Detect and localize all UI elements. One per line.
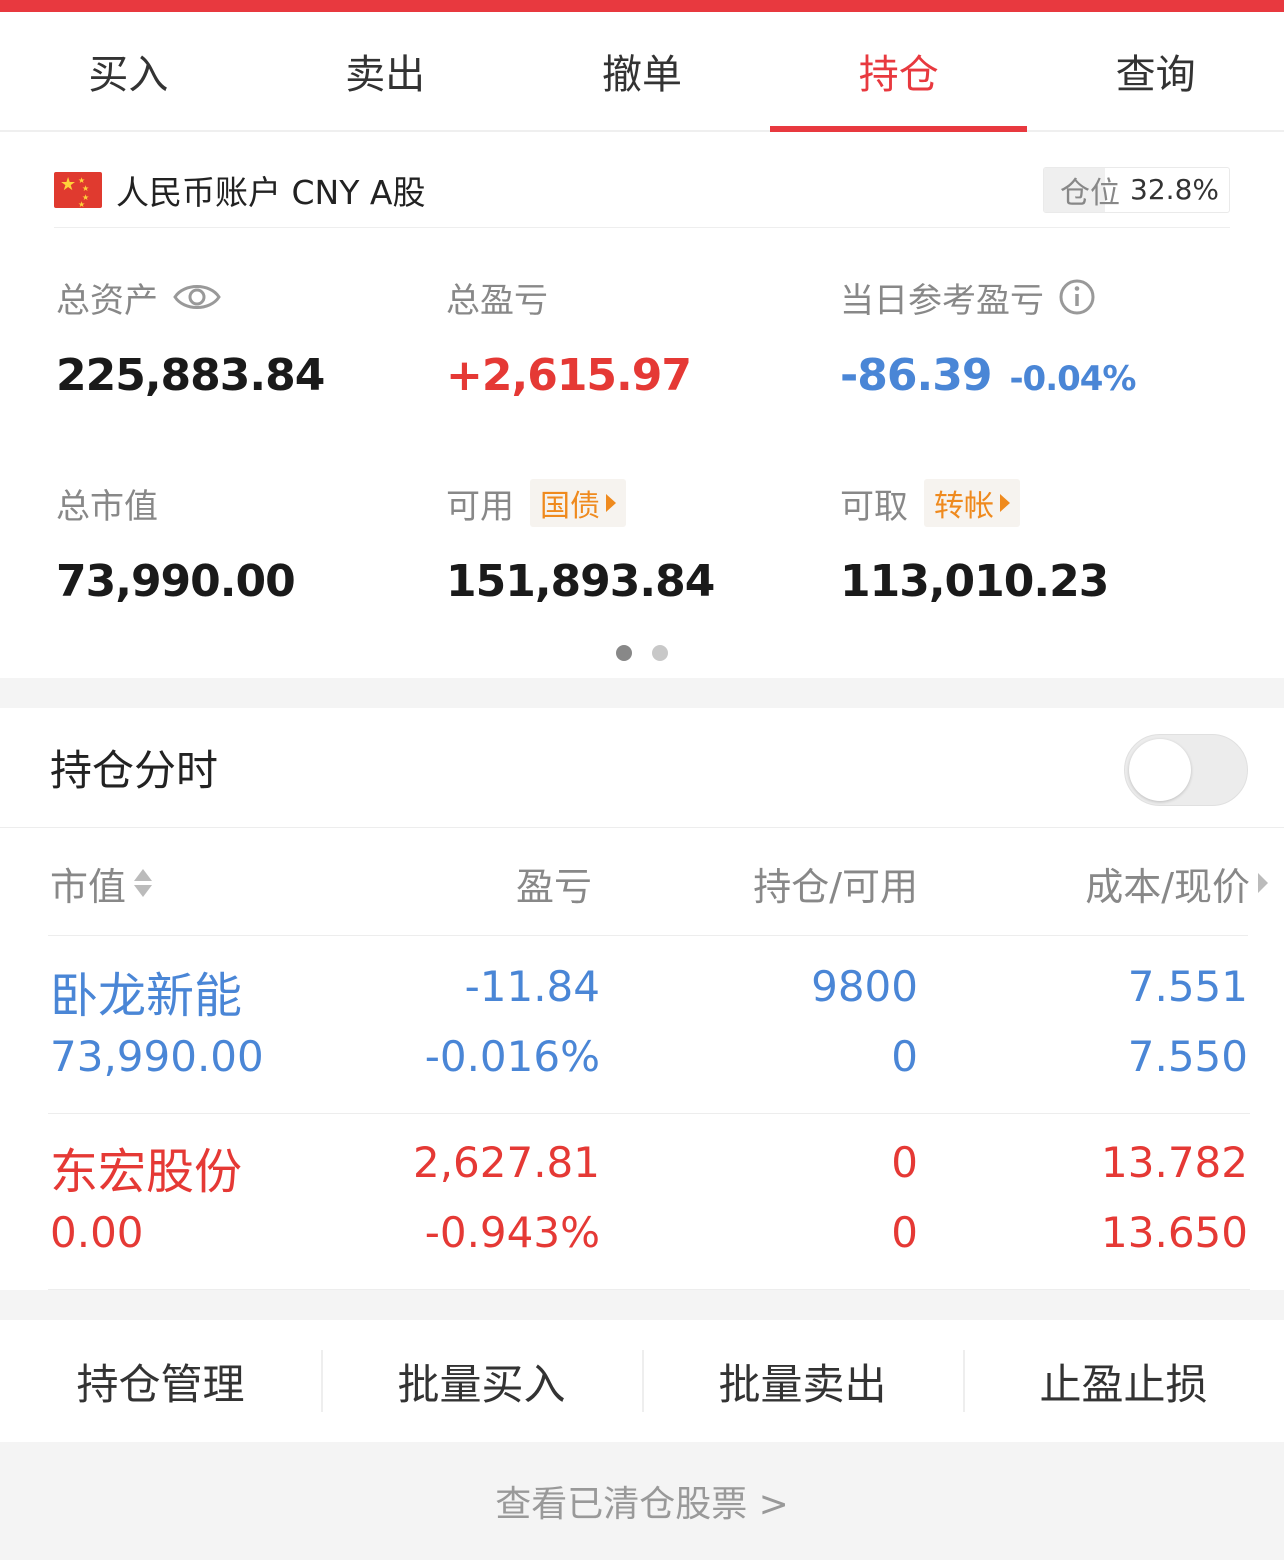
stock-pl-percent: -0.943%	[424, 1208, 600, 1257]
total-pl-value: +2,615.97	[446, 350, 692, 401]
stock-cost: 7.551	[1127, 962, 1248, 1011]
footer: 查看已清仓股票 >	[0, 1442, 1284, 1560]
account-header: ★ ★ ★ ★ ★ 人民币账户 CNY A股 仓位 32.8%	[54, 152, 1230, 228]
triangle-right-icon	[1000, 494, 1010, 512]
holdings-timeshare: 持仓分时	[0, 708, 1284, 828]
tab-buy[interactable]: 买入	[0, 12, 257, 130]
manage-holdings-button[interactable]: 持仓管理	[0, 1320, 321, 1442]
transfer-label: 转帐	[934, 489, 994, 524]
carousel-dots	[616, 645, 668, 661]
transfer-button[interactable]: 转帐	[924, 479, 1020, 527]
carousel-dot-2[interactable]	[652, 645, 668, 661]
view-cleared-stocks-link[interactable]: 查看已清仓股票 >	[495, 1475, 789, 1527]
daily-pl-label: 当日参考盈亏	[840, 280, 1044, 321]
market-value-value: 73,990.00	[56, 556, 296, 607]
stock-available: 0	[891, 1032, 918, 1081]
top-status-bar	[0, 0, 1284, 12]
tab-cancel[interactable]: 撤单	[514, 12, 771, 130]
stock-pl-percent: -0.016%	[424, 1032, 600, 1081]
info-icon[interactable]	[1058, 278, 1096, 316]
daily-pl-percent: -0.04%	[1009, 359, 1136, 399]
header-pl: 盈亏	[515, 864, 592, 909]
timeshare-toggle[interactable]	[1124, 734, 1248, 806]
total-pl: 总盈亏 +2,615.97	[446, 270, 692, 402]
carousel-dot-1[interactable]	[616, 645, 632, 661]
total-pl-label: 总盈亏	[446, 280, 548, 321]
holdings-table-header: 市值 盈亏 持仓/可用 成本/现价	[48, 830, 1268, 936]
trade-tabs: 买入 卖出 撤单 持仓 查询	[0, 12, 1284, 132]
stock-market-value: 73,990.00	[50, 1032, 264, 1081]
available-value: 151,893.84	[446, 556, 715, 607]
header-price[interactable]: 成本/现价	[1085, 830, 1268, 936]
chevron-right-icon	[1258, 873, 1268, 893]
total-assets-value: 225,883.84	[56, 350, 325, 401]
batch-buy-button[interactable]: 批量买入	[321, 1320, 642, 1442]
stop-profit-loss-button[interactable]: 止盈止损	[963, 1320, 1284, 1442]
available-funds: 可用 国债 151,893.84	[446, 476, 715, 607]
stock-available: 0	[891, 1208, 918, 1257]
stock-price: 7.550	[1127, 1032, 1248, 1081]
china-flag-icon: ★ ★ ★ ★ ★	[54, 171, 102, 209]
withdrawable-label: 可取	[840, 486, 908, 527]
market-value: 总市值 73,990.00	[56, 476, 296, 608]
batch-sell-button[interactable]: 批量卖出	[642, 1320, 963, 1442]
section-divider	[0, 678, 1284, 708]
stock-name: 东宏股份	[50, 1144, 243, 1200]
total-assets-label: 总资产	[56, 280, 158, 321]
sort-icon	[134, 869, 153, 897]
stock-holding: 0	[891, 1138, 918, 1187]
stock-pl: -11.84	[464, 962, 600, 1011]
holdings-actions: 持仓管理 批量买入 批量卖出 止盈止损	[0, 1320, 1284, 1442]
header-holding: 持仓/可用	[753, 864, 918, 909]
position-ratio-value: 32.8%	[1130, 173, 1219, 206]
stock-price: 13.650	[1101, 1208, 1248, 1257]
position-ratio-badge[interactable]: 仓位 32.8%	[1043, 166, 1230, 213]
total-assets: 总资产 225,883.84	[56, 270, 325, 402]
treasury-bond-button[interactable]: 国债	[530, 479, 626, 527]
market-value-label: 总市值	[56, 486, 158, 527]
timeshare-title: 持仓分时	[50, 746, 219, 795]
stock-market-value: 0.00	[50, 1208, 144, 1257]
tab-query[interactable]: 查询	[1027, 12, 1284, 130]
withdrawable-value: 113,010.23	[840, 556, 1109, 607]
stock-holding: 9800	[811, 962, 918, 1011]
triangle-right-icon	[606, 494, 616, 512]
position-ratio-label: 仓位	[1060, 175, 1121, 211]
treasury-bond-label: 国债	[540, 489, 600, 524]
toggle-knob	[1129, 739, 1191, 801]
header-market-value[interactable]: 市值	[50, 830, 153, 936]
tab-sell[interactable]: 卖出	[257, 12, 514, 130]
withdrawable-funds: 可取 转帐 113,010.23	[840, 476, 1109, 607]
stock-name: 卧龙新能	[50, 968, 243, 1024]
stock-pl: 2,627.81	[412, 1138, 600, 1187]
table-row[interactable]: 卧龙新能 73,990.00 -11.84 -0.016% 9800 0 7.5…	[48, 938, 1250, 1114]
table-row[interactable]: 东宏股份 0.00 2,627.81 -0.943% 0 0 13.782 13…	[48, 1114, 1250, 1290]
section-divider	[0, 1290, 1284, 1320]
stock-cost: 13.782	[1101, 1138, 1248, 1187]
header-price-label: 成本/现价	[1085, 864, 1250, 909]
account-name: 人民币账户 CNY A股	[116, 172, 426, 212]
header-market-value-label: 市值	[50, 864, 127, 909]
available-label: 可用	[446, 486, 514, 527]
eye-icon[interactable]	[172, 280, 222, 314]
tab-holdings[interactable]: 持仓	[770, 12, 1027, 132]
daily-pl: 当日参考盈亏 -86.39 -0.04%	[840, 270, 1137, 401]
daily-pl-value: -86.39	[840, 350, 992, 401]
